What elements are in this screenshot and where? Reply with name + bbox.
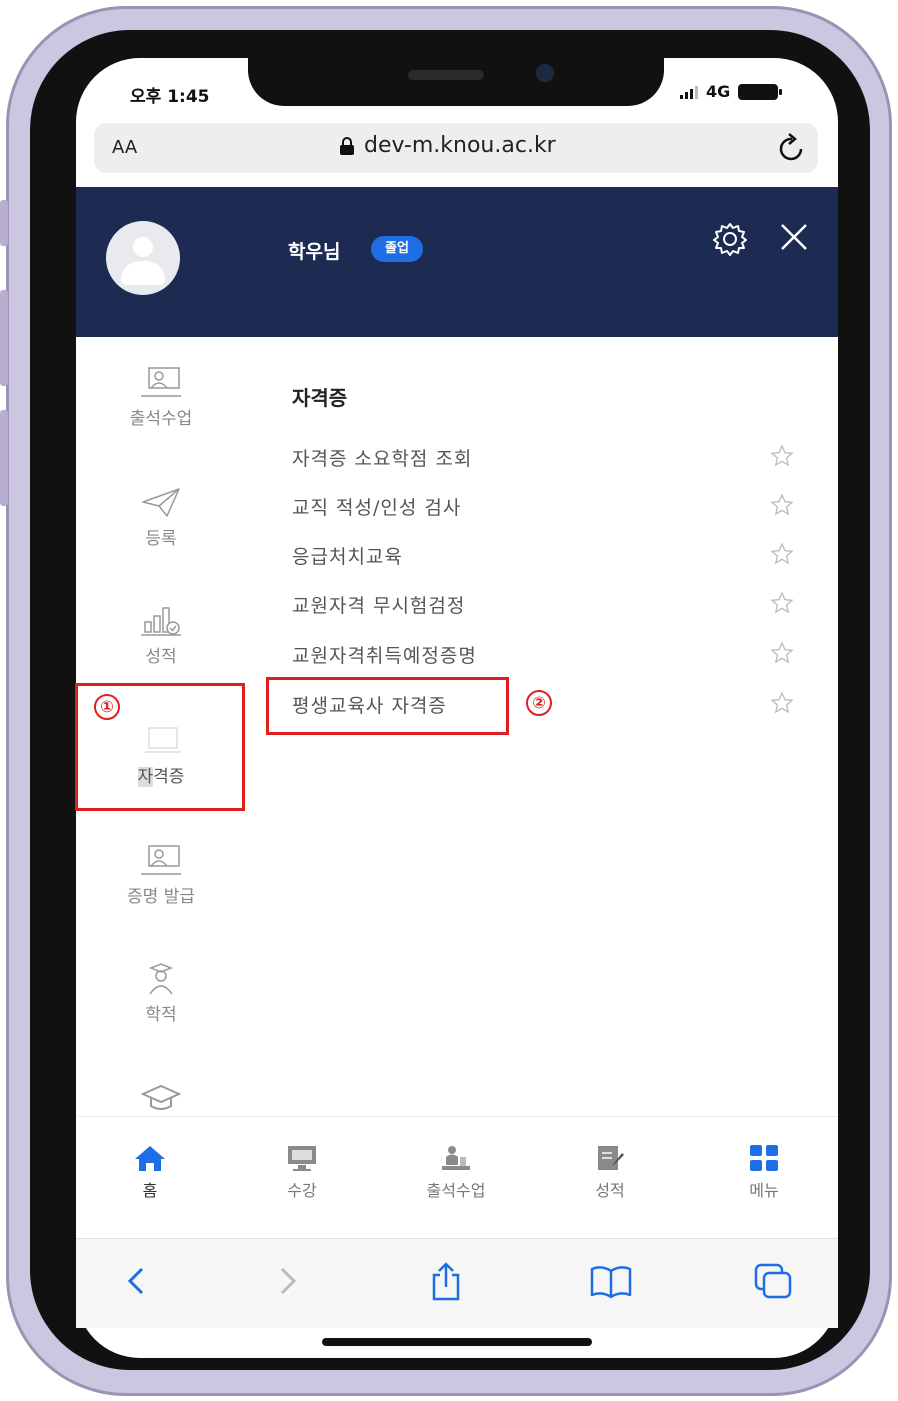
tab-label: 홈 xyxy=(142,1181,158,1200)
share-icon[interactable] xyxy=(428,1261,464,1303)
star-icon[interactable] xyxy=(770,542,794,566)
annotation-marker-1: ① xyxy=(94,694,120,720)
home-icon xyxy=(135,1146,165,1171)
volume-up-button xyxy=(0,290,8,386)
signal-icon xyxy=(680,85,698,99)
forward-icon[interactable] xyxy=(274,1261,304,1301)
star-icon[interactable] xyxy=(770,641,794,665)
sidebar-item-attendance-class[interactable]: 출석수업 xyxy=(86,366,236,429)
monitor-icon xyxy=(288,1146,316,1171)
volume-down-button xyxy=(0,410,8,506)
url-display[interactable]: dev-m.knou.ac.kr xyxy=(340,133,556,158)
close-icon[interactable] xyxy=(776,219,812,255)
tab-grades[interactable]: 성적 xyxy=(550,1143,670,1201)
grid-menu-icon xyxy=(750,1145,778,1171)
tab-courses[interactable]: 수강 xyxy=(242,1143,362,1201)
text-size-button[interactable]: AA xyxy=(112,137,137,158)
sidebar-item-grades[interactable]: 성적 xyxy=(86,604,236,667)
tab-menu[interactable]: 메뉴 xyxy=(704,1143,824,1201)
paper-plane-icon xyxy=(142,488,180,517)
status-time: 오후 1:45 xyxy=(130,87,210,107)
battery-icon xyxy=(738,83,783,100)
list-item-label: 교원자격취득예정증명 xyxy=(292,645,477,667)
sidebar-item-label: 학적 xyxy=(145,1005,177,1025)
graduation-cap-icon xyxy=(140,1084,182,1110)
annotation-box-2 xyxy=(266,677,509,735)
edit-document-icon xyxy=(598,1146,624,1170)
network-type: 4G xyxy=(706,82,731,101)
status-badge: 졸업 xyxy=(371,236,423,262)
list-item-label: 응급처치교육 xyxy=(292,546,403,568)
sidebar-item-graduation[interactable] xyxy=(86,1082,236,1116)
list-item[interactable]: 교원자격 무시험검정 xyxy=(292,589,802,621)
star-icon[interactable] xyxy=(770,444,794,468)
list-item[interactable]: 교원자격취득예정증명 xyxy=(292,639,802,671)
chart-check-icon xyxy=(141,607,181,636)
star-icon[interactable] xyxy=(770,493,794,517)
star-icon[interactable] xyxy=(770,691,794,715)
sidebar-item-label: 출석수업 xyxy=(129,409,193,429)
sidebar-item-academic-record[interactable]: 학적 xyxy=(86,962,236,1025)
tab-home[interactable]: 홈 xyxy=(90,1143,210,1201)
bottom-tab-bar: 홈 수강 출석수업 성적 메뉴 xyxy=(76,1116,838,1238)
bookmarks-icon[interactable] xyxy=(588,1261,634,1301)
url-text: dev-m.knou.ac.kr xyxy=(364,133,556,158)
sidebar-item-certificate-issue[interactable]: 증명 발급 xyxy=(86,844,236,907)
reload-icon[interactable] xyxy=(777,131,807,163)
list-item-label: 교직 적성/인성 검사 xyxy=(292,497,462,519)
list-item-label: 자격증 소요학점 조회 xyxy=(292,448,473,470)
sidebar-item-label: 증명 발급 xyxy=(127,887,195,907)
mute-switch xyxy=(0,200,8,246)
list-item-label: 교원자격 무시험검정 xyxy=(292,595,466,617)
sidebar-item-registration[interactable]: 등록 xyxy=(86,486,236,549)
tab-attendance-class[interactable]: 출석수업 xyxy=(396,1143,516,1201)
status-indicators: 4G xyxy=(680,82,783,101)
tab-label: 출석수업 xyxy=(426,1181,486,1200)
document-icon xyxy=(141,845,181,875)
lock-icon xyxy=(340,136,354,155)
list-item[interactable]: 자격증 소요학점 조회 xyxy=(292,442,802,474)
notch xyxy=(248,58,664,106)
menu-header: 학우님 졸업 xyxy=(76,187,838,337)
tab-label: 성적 xyxy=(595,1181,625,1200)
back-icon[interactable] xyxy=(120,1261,150,1301)
user-name: 학우님 xyxy=(288,241,341,263)
sidebar-item-label: 등록 xyxy=(145,529,177,549)
classroom-icon xyxy=(141,367,181,397)
tab-label: 메뉴 xyxy=(749,1181,779,1200)
list-item[interactable]: 교직 적성/인성 검사 xyxy=(292,491,802,523)
sidebar-item-label: 성적 xyxy=(145,647,177,667)
home-indicator xyxy=(322,1338,592,1346)
annotation-marker-2: ② xyxy=(526,690,552,716)
student-icon xyxy=(148,963,174,995)
star-icon[interactable] xyxy=(770,591,794,615)
front-camera xyxy=(536,64,554,82)
list-item[interactable]: 응급처치교육 xyxy=(292,540,802,572)
lecture-icon xyxy=(442,1146,470,1170)
browser-toolbar xyxy=(76,1238,838,1328)
gear-icon[interactable] xyxy=(710,219,750,259)
avatar[interactable] xyxy=(106,221,180,295)
section-title: 자격증 xyxy=(292,386,348,410)
address-bar[interactable]: AA dev-m.knou.ac.kr xyxy=(94,123,818,173)
tabs-icon[interactable] xyxy=(752,1261,796,1301)
tab-label: 수강 xyxy=(287,1181,317,1200)
